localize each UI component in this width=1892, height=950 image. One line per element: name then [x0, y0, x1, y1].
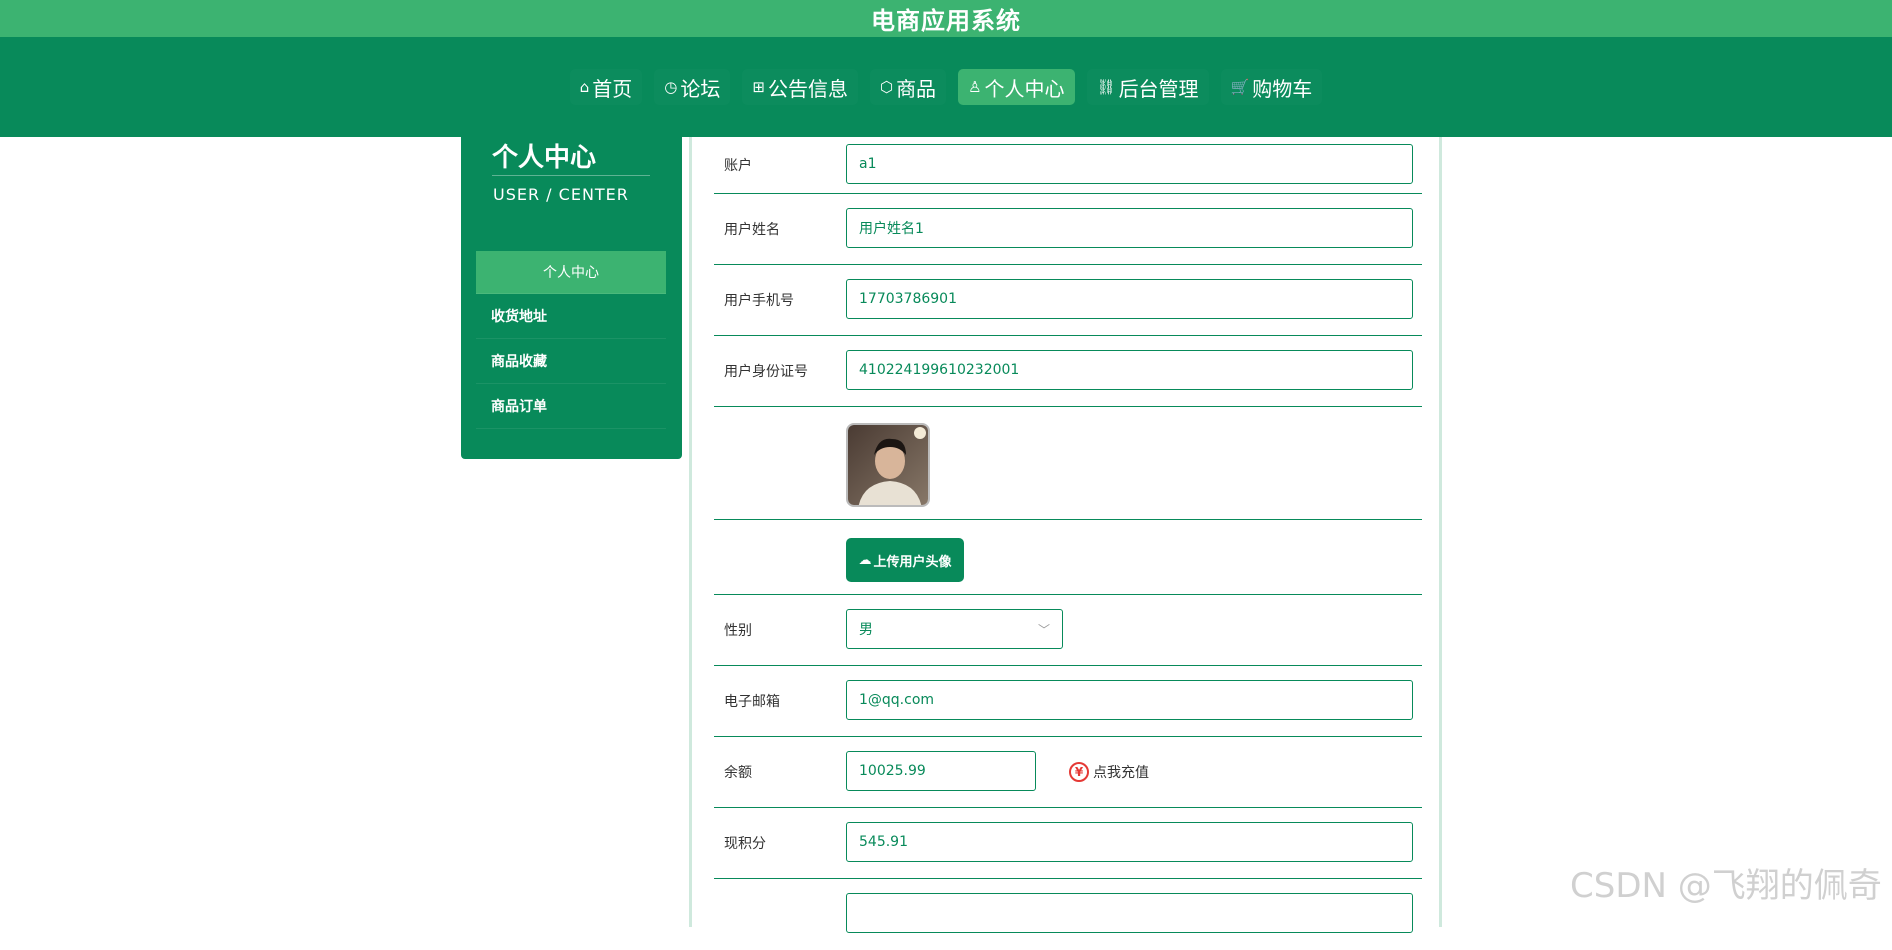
email-input[interactable]: 1@qq.com: [846, 680, 1413, 720]
yen-icon: ¥: [1069, 762, 1089, 782]
upload-avatar-button[interactable]: ☁ 上传用户头像: [846, 538, 964, 582]
cart-icon: 🛒: [1230, 77, 1250, 96]
nav-item-admin[interactable]: ⛓ 后台管理: [1087, 69, 1209, 105]
nav-label: 后台管理: [1118, 76, 1199, 101]
sidebar: 个人中心 USER / CENTER 个人中心 收货地址 商品收藏 商品订单: [461, 137, 682, 459]
form-row-name: 用户姓名 用户姓名1: [714, 194, 1422, 265]
points-label: 现积分: [724, 836, 766, 852]
upload-avatar-label: 上传用户头像: [873, 554, 952, 570]
account-input[interactable]: a1: [846, 144, 1413, 184]
form-row-points: 现积分 545.91: [714, 808, 1422, 879]
form-row-upload: ☁ 上传用户头像: [714, 520, 1422, 595]
nav-label: 论坛: [680, 76, 721, 101]
nav-label: 首页: [592, 76, 633, 101]
nav-item-cart[interactable]: 🛒 购物车: [1221, 69, 1323, 105]
recharge-link[interactable]: ¥ 点我充值: [1069, 762, 1149, 782]
id-card-label: 用户身份证号: [724, 364, 808, 380]
gender-value: 男: [859, 622, 873, 638]
profile-form: 账户 a1 用户姓名 用户姓名1 用户手机号 17703786901 用户身份证…: [689, 137, 1442, 933]
gender-label: 性别: [724, 623, 752, 639]
chevron-down-icon: ﹀: [1037, 622, 1050, 637]
sidebar-item-favorites[interactable]: 商品收藏: [476, 339, 666, 384]
form-row-email: 电子邮箱 1@qq.com: [714, 666, 1422, 737]
nav-item-home[interactable]: ⌂ 首页: [570, 69, 643, 105]
gender-select[interactable]: 男 ﹀: [846, 609, 1063, 649]
name-label: 用户姓名: [724, 222, 780, 238]
form-row-next: [714, 879, 1422, 950]
nav-item-products[interactable]: ⬡ 商品: [870, 69, 946, 105]
phone-input[interactable]: 17703786901: [846, 279, 1413, 319]
user-icon: ♙: [968, 77, 982, 96]
gift-icon: ⊞: [752, 77, 765, 96]
balance-input: 10025.99: [846, 751, 1036, 791]
id-card-input[interactable]: 410224199610232001: [846, 350, 1413, 390]
cloud-upload-icon: ☁: [858, 552, 872, 568]
phone-label: 用户手机号: [724, 293, 794, 309]
home-icon: ⌂: [579, 77, 590, 96]
next-field-input[interactable]: [846, 893, 1413, 933]
link-icon: ⛓: [1096, 77, 1116, 96]
main-nav: ⌂ 首页 ◷ 论坛 ⊞ 公告信息 ⬡ 商品 ♙ 个人中心 ⛓ 后台管理 🛒 购物…: [0, 37, 1892, 137]
sidebar-menu: 个人中心 收货地址 商品收藏 商品订单: [476, 251, 666, 429]
nav-label: 购物车: [1252, 76, 1313, 101]
clock-icon: ◷: [664, 77, 678, 96]
nav-label: 商品: [896, 76, 937, 101]
app-title: 电商应用系统: [0, 0, 1892, 37]
nav-label: 个人中心: [984, 76, 1065, 101]
form-row-balance: 余额 10025.99 ¥ 点我充值: [714, 737, 1422, 808]
form-row-account: 账户 a1: [714, 137, 1422, 194]
nav-item-announcements[interactable]: ⊞ 公告信息: [742, 69, 858, 105]
account-label: 账户: [724, 158, 752, 174]
recharge-label: 点我充值: [1093, 765, 1149, 781]
box-icon: ⬡: [879, 77, 894, 96]
avatar: [846, 423, 930, 507]
nav-item-forum[interactable]: ◷ 论坛: [654, 69, 730, 105]
form-row-id-card: 用户身份证号 410224199610232001: [714, 336, 1422, 407]
name-input[interactable]: 用户姓名1: [846, 208, 1413, 248]
sidebar-subtitle: USER / CENTER: [493, 185, 629, 204]
email-label: 电子邮箱: [724, 694, 780, 710]
sidebar-title: 个人中心: [492, 143, 597, 173]
form-row-gender: 性别 男 ﹀: [714, 595, 1422, 666]
form-row-phone: 用户手机号 17703786901: [714, 265, 1422, 336]
nav-label: 公告信息: [767, 76, 848, 101]
sidebar-item-user-center[interactable]: 个人中心: [476, 251, 666, 294]
points-input: 545.91: [846, 822, 1413, 862]
watermark: CSDN @飞翔的佩奇: [1570, 866, 1882, 906]
balance-label: 余额: [724, 765, 752, 781]
nav-item-user-center[interactable]: ♙ 个人中心: [958, 69, 1075, 105]
sidebar-item-address[interactable]: 收货地址: [476, 294, 666, 339]
sidebar-divider: [492, 175, 650, 176]
sidebar-item-orders[interactable]: 商品订单: [476, 384, 666, 429]
form-row-avatar: [714, 407, 1422, 520]
